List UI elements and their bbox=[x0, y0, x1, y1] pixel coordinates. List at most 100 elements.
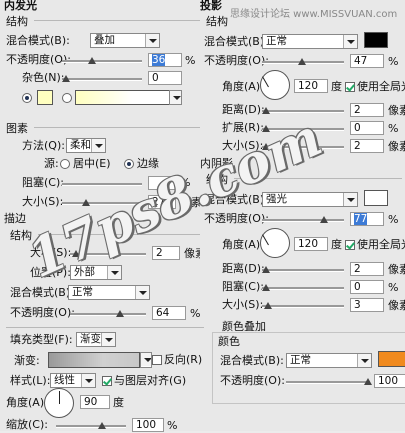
is-size-input[interactable]: 3 bbox=[350, 298, 384, 312]
is-global-light-checkbox[interactable] bbox=[345, 240, 355, 250]
co-color-swatch[interactable] bbox=[378, 351, 405, 367]
glow-color-swatch[interactable] bbox=[37, 90, 53, 105]
ds-angle-dial[interactable] bbox=[260, 70, 290, 100]
is-color-swatch[interactable] bbox=[364, 190, 388, 206]
chevron-down-icon bbox=[170, 91, 181, 104]
color-radio[interactable] bbox=[22, 93, 32, 103]
ds-opacity-thumb[interactable] bbox=[298, 58, 306, 65]
source-edge-radio[interactable] bbox=[124, 159, 134, 169]
position-label: 位置(P): bbox=[30, 266, 71, 279]
stroke-size-thumb[interactable] bbox=[72, 250, 80, 257]
ds-distance-thumb[interactable] bbox=[262, 107, 270, 114]
blend-mode-select[interactable]: 叠加 bbox=[90, 33, 160, 48]
is-choke-label: 阻塞(C): bbox=[222, 280, 264, 293]
inner-shadow-title: 内阴影 bbox=[200, 157, 233, 170]
site-watermark: 思缘设计论坛 www.MISSVUAN.com bbox=[230, 9, 398, 20]
method-select[interactable]: 柔和 bbox=[66, 138, 106, 153]
ds-spread-input[interactable]: 0 bbox=[350, 121, 384, 135]
noise-slider-thumb[interactable] bbox=[62, 75, 70, 82]
choke-slider[interactable] bbox=[62, 183, 142, 186]
is-opacity-label: 不透明度(O): bbox=[204, 212, 269, 225]
style-select[interactable]: 线性 bbox=[50, 373, 96, 388]
stroke-opacity-thumb[interactable] bbox=[116, 310, 124, 317]
inner-shadow-panel: 内阴影 结构 混合模式(B): 强光 不透明度(O): 77 % 角度(A): … bbox=[200, 157, 405, 318]
size-label: 大小(S): bbox=[22, 195, 64, 208]
noise-slider[interactable] bbox=[62, 78, 142, 81]
stroke-size-input[interactable]: 2 bbox=[152, 246, 180, 260]
stroke-blend-select[interactable]: 正常 bbox=[68, 285, 150, 300]
ds-color-swatch[interactable] bbox=[364, 32, 388, 48]
is-distance-thumb[interactable] bbox=[262, 266, 270, 273]
size-slider[interactable] bbox=[62, 202, 142, 205]
opacity-slider-thumb[interactable] bbox=[88, 57, 96, 64]
stroke-angle-input[interactable]: 90 bbox=[80, 395, 110, 409]
align-with-layer-checkbox[interactable] bbox=[102, 376, 112, 386]
co-opacity-input[interactable]: 100 bbox=[374, 374, 405, 388]
ds-size-thumb[interactable] bbox=[262, 143, 270, 150]
ds-global-light-label: 使用全局光 bbox=[357, 80, 405, 93]
co-opacity-label: 不透明度(O): bbox=[220, 374, 285, 387]
ds-blend-select[interactable]: 正常 bbox=[262, 34, 358, 49]
is-distance-slider[interactable] bbox=[262, 269, 344, 272]
opacity-slider[interactable] bbox=[62, 60, 142, 63]
chevron-down-icon bbox=[343, 35, 357, 48]
chevron-down-icon bbox=[343, 193, 357, 206]
ds-opacity-input[interactable]: 47 bbox=[350, 54, 384, 68]
is-choke-input[interactable]: 0 bbox=[350, 280, 384, 294]
scale-slider[interactable] bbox=[56, 425, 126, 428]
is-angle-dial[interactable] bbox=[260, 228, 290, 258]
reverse-checkbox[interactable] bbox=[152, 355, 162, 365]
stroke-opacity-label: 不透明度(O): bbox=[10, 306, 75, 319]
co-opacity-slider[interactable] bbox=[286, 381, 370, 384]
angle-dial[interactable] bbox=[44, 388, 74, 418]
choke-input[interactable] bbox=[148, 176, 176, 190]
ds-size-slider[interactable] bbox=[262, 146, 344, 149]
align-with-layer-label: 与图层对齐(G) bbox=[114, 374, 187, 387]
ds-global-light-checkbox[interactable] bbox=[345, 82, 355, 92]
percent-label: % bbox=[388, 122, 399, 135]
chevron-down-icon bbox=[107, 266, 121, 279]
stroke-opacity-slider[interactable] bbox=[70, 313, 146, 316]
is-size-thumb[interactable] bbox=[264, 302, 272, 309]
scale-label: 缩放(C): bbox=[6, 418, 48, 431]
ds-angle-input[interactable]: 120 bbox=[294, 79, 328, 93]
source-center-radio[interactable] bbox=[60, 159, 70, 169]
chevron-down-icon bbox=[357, 354, 371, 367]
is-choke-thumb[interactable] bbox=[262, 284, 270, 291]
is-distance-input[interactable]: 2 bbox=[350, 262, 384, 276]
gradient-radio[interactable] bbox=[62, 93, 72, 103]
gradient-dropdown[interactable] bbox=[140, 352, 152, 368]
style-label: 样式(L): bbox=[10, 374, 51, 387]
fill-type-select[interactable]: 渐变 bbox=[76, 332, 116, 347]
is-opacity-slider[interactable] bbox=[262, 219, 344, 222]
noise-input[interactable]: 0 bbox=[148, 71, 182, 85]
is-choke-slider[interactable] bbox=[262, 287, 344, 290]
is-distance-label: 距离(D): bbox=[222, 262, 265, 275]
is-opacity-input[interactable]: 77 bbox=[350, 212, 384, 226]
ds-size-input[interactable]: 2 bbox=[350, 139, 384, 153]
is-size-slider[interactable] bbox=[262, 305, 344, 308]
is-blend-select[interactable]: 强光 bbox=[262, 192, 358, 207]
size-input[interactable]: 27 bbox=[148, 195, 176, 209]
is-opacity-thumb[interactable] bbox=[320, 216, 328, 223]
stroke-opacity-input[interactable]: 64 bbox=[152, 306, 186, 320]
co-opacity-thumb[interactable] bbox=[364, 378, 372, 385]
ds-opacity-label: 不透明度(O): bbox=[204, 54, 269, 67]
scale-input[interactable]: 100 bbox=[132, 418, 164, 432]
scale-slider-thumb[interactable] bbox=[98, 422, 106, 429]
gradient-dropdown[interactable] bbox=[169, 90, 182, 105]
opacity-input[interactable]: 36 bbox=[148, 53, 182, 67]
reverse-label: 反向(R) bbox=[164, 353, 203, 366]
co-blend-select[interactable]: 正常 bbox=[286, 353, 372, 368]
ds-spread-slider[interactable] bbox=[262, 128, 344, 131]
ds-spread-thumb[interactable] bbox=[262, 125, 270, 132]
stroke-size-slider[interactable] bbox=[70, 253, 146, 256]
size-slider-thumb[interactable] bbox=[82, 199, 90, 206]
is-angle-input[interactable]: 120 bbox=[294, 237, 328, 251]
position-select[interactable]: 外部 bbox=[70, 265, 122, 280]
stroke-gradient-swatch[interactable] bbox=[48, 352, 140, 368]
ds-distance-slider[interactable] bbox=[262, 110, 344, 113]
ds-distance-input[interactable]: 2 bbox=[350, 103, 384, 117]
glow-gradient-swatch[interactable] bbox=[75, 90, 170, 105]
degree-label: 度 bbox=[331, 80, 342, 93]
